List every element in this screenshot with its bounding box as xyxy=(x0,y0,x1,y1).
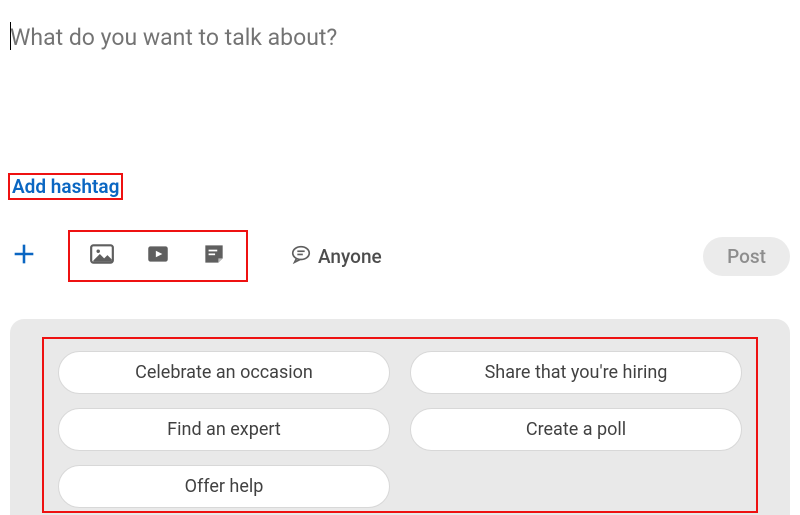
composer-toolbar: Anyone Post xyxy=(0,228,800,284)
suggestion-offer-help[interactable]: Offer help xyxy=(58,465,390,508)
suggestion-hiring[interactable]: Share that you're hiring xyxy=(410,351,742,394)
add-more-button[interactable] xyxy=(10,240,50,272)
add-photo-button[interactable] xyxy=(88,242,116,270)
video-icon xyxy=(145,241,171,271)
audience-label: Anyone xyxy=(318,245,382,268)
document-icon xyxy=(201,241,227,271)
photo-icon xyxy=(89,241,115,271)
composer-input[interactable]: What do you want to talk about? xyxy=(10,24,790,51)
suggestion-find-expert[interactable]: Find an expert xyxy=(58,408,390,451)
suggestion-celebrate[interactable]: Celebrate an occasion xyxy=(58,351,390,394)
audience-selector[interactable]: Anyone xyxy=(290,243,382,269)
plus-icon xyxy=(10,240,38,272)
comment-icon xyxy=(290,243,312,269)
add-video-button[interactable] xyxy=(144,242,172,270)
suggestion-create-poll[interactable]: Create a poll xyxy=(410,408,742,451)
suggestions-panel: Celebrate an occasion Share that you're … xyxy=(10,319,790,515)
add-hashtag-link[interactable]: Add hashtag xyxy=(12,173,119,200)
post-button[interactable]: Post xyxy=(703,237,790,276)
write-article-button[interactable] xyxy=(200,242,228,270)
